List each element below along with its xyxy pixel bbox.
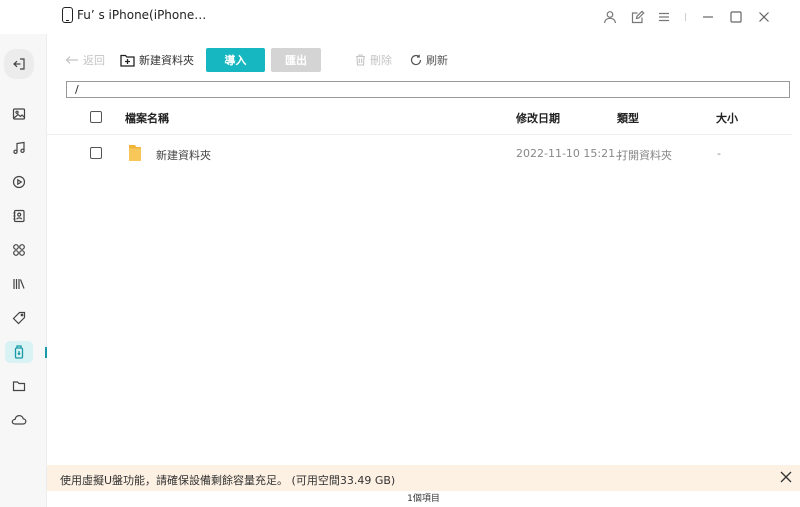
refresh-label: 刷新 [426,54,448,67]
folder-icon[interactable] [5,375,33,397]
column-name-header[interactable]: 檔案名稱 [125,110,169,126]
back-arrow-icon [65,56,78,64]
toolbar: 返回 新建資料夾 導入 匯出 刪除 刷新 [47,34,800,76]
phone-icon [62,7,73,23]
minimize-icon[interactable] [699,8,717,26]
cloud-icon[interactable] [5,409,33,431]
feedback-icon[interactable] [629,8,647,26]
table-row[interactable]: 新建資料夾 2022-11-10 15:21… 打開資料夾 - [47,135,792,173]
item-count: 1個項目 [407,494,440,504]
books-icon[interactable] [5,273,33,295]
notice-text: 使用虛擬U盤功能，請確保設備剩餘容量充足。 (可用空間33.49 GB) [60,474,396,487]
column-modified-header[interactable]: 修改日期 [516,110,560,126]
file-type: 打開資料夾 [617,149,672,162]
column-size-header[interactable]: 大小 [716,110,738,126]
udisk-icon[interactable] [5,341,33,363]
menu-icon[interactable] [655,8,673,26]
device-selector[interactable]: Fu’ s iPhone(iPhone… [62,7,206,23]
exit-icon[interactable] [4,49,34,79]
close-icon[interactable] [755,8,773,26]
back-button[interactable]: 返回 [65,48,105,72]
folder-icon [128,144,142,162]
import-button[interactable]: 導入 [206,48,265,72]
music-icon[interactable] [5,137,33,159]
new-folder-label: 新建資料夾 [139,54,194,67]
file-modified: 2022-11-10 15:21… [516,147,627,160]
select-all-checkbox[interactable] [90,111,102,123]
titlebar-divider [685,13,686,21]
row-checkbox[interactable] [90,147,102,159]
photo-icon[interactable] [5,103,33,125]
device-name: Fu’ s iPhone(iPhone… [77,8,207,22]
column-type-header[interactable]: 類型 [617,110,639,126]
active-indicator [45,347,47,358]
table-header: 檔案名稱 修改日期 類型 大小 [47,100,792,135]
sidebar [0,34,47,507]
path-input[interactable]: / [66,81,790,98]
trash-icon [356,54,365,66]
notice-close-icon[interactable] [778,469,794,485]
tag-icon[interactable] [5,307,33,329]
contacts-icon[interactable] [5,205,33,227]
back-label: 返回 [83,54,105,67]
new-folder-icon [120,54,135,67]
file-name: 新建資料夾 [156,149,211,162]
export-button[interactable]: 匯出 [271,48,321,72]
delete-button[interactable]: 刪除 [355,48,392,72]
refresh-icon [410,54,422,66]
delete-label: 刪除 [370,54,392,67]
title-bar: Fu’ s iPhone(iPhone… [0,0,800,34]
file-size: - [717,147,721,160]
maximize-icon[interactable] [727,8,745,26]
apps-icon[interactable] [5,239,33,261]
refresh-button[interactable]: 刷新 [410,48,448,72]
capacity-notice: 使用虛擬U盤功能，請確保設備剩餘容量充足。 (可用空間33.49 GB) [47,465,800,491]
account-icon[interactable] [601,8,619,26]
new-folder-button[interactable]: 新建資料夾 [120,48,194,72]
video-icon[interactable] [5,171,33,193]
